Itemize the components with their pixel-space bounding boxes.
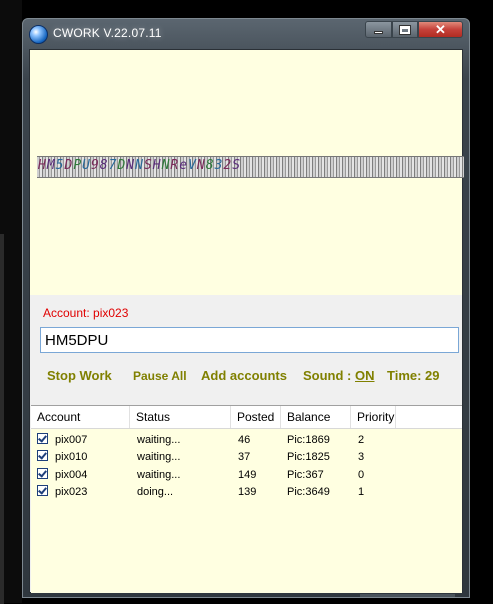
cell-balance: Pic:1825: [287, 451, 330, 464]
cell-posted: 46: [238, 434, 251, 446]
sound-toggle[interactable]: Sound : ON: [303, 368, 375, 383]
cell-balance: Pic:3649: [287, 485, 330, 498]
cell-priority: 0: [358, 468, 365, 481]
captcha-panel: HM5DPU987DNNSHNReVN832S: [30, 50, 464, 295]
captcha-glyph: D: [64, 158, 74, 173]
title-bar[interactable]: CWORK V.22.07.11 ✕: [23, 19, 469, 49]
current-account-label: Account: pix023: [43, 306, 129, 320]
sound-label: Sound :: [303, 368, 352, 383]
close-button[interactable]: ✕: [418, 21, 463, 38]
captcha-glyph: S: [143, 158, 153, 173]
column-header-balance[interactable]: Balance: [281, 406, 351, 428]
cell-posted: 37: [238, 451, 251, 464]
captcha-glyph: e: [179, 158, 189, 173]
cell-account: pix010: [55, 451, 88, 464]
sound-state[interactable]: ON: [355, 368, 375, 383]
cell-posted: 139: [238, 485, 257, 498]
captcha-glyph: N: [135, 158, 144, 173]
captcha-glyph: V: [188, 158, 197, 173]
cell-status: doing...: [137, 485, 174, 498]
captcha-glyph: 8: [99, 158, 109, 173]
cell-balance: Pic:1869: [287, 434, 330, 446]
client-area: HM5DPU987DNNSHNReVN832S Account: pix023 …: [29, 49, 464, 593]
table-row[interactable]: pix010 waiting... 37 Pic:1825 3: [31, 449, 462, 466]
captcha-glyph: H: [152, 158, 162, 173]
minimize-icon: [374, 31, 383, 34]
close-icon: ✕: [435, 21, 446, 37]
captcha-text: HM5DPU987DNNSHNReVN832S: [38, 158, 241, 173]
maximize-icon: [399, 24, 411, 35]
maximize-button[interactable]: [392, 21, 418, 38]
cell-priority: 1: [358, 485, 365, 498]
cell-account: pix007: [55, 434, 88, 446]
time-counter: Time: 29: [387, 368, 440, 383]
captcha-answer-input[interactable]: [40, 327, 459, 353]
list-header: Account Status Posted Balance Priority: [31, 406, 462, 429]
captcha-glyph: S: [232, 158, 242, 173]
cell-account: pix023: [55, 485, 88, 498]
row-checkbox[interactable]: [37, 450, 48, 462]
captcha-glyph: M: [46, 158, 56, 173]
desktop-background: [0, 0, 22, 604]
captcha-glyph: 2: [223, 158, 233, 173]
captcha-glyph: H: [38, 158, 47, 173]
cell-balance: Pic:367: [287, 468, 324, 481]
accounts-list[interactable]: Account Status Posted Balance Priority p…: [31, 405, 462, 593]
cell-priority: 2: [358, 434, 365, 446]
captcha-glyph: U: [82, 158, 91, 173]
stop-work-button[interactable]: Stop Work: [47, 368, 112, 383]
table-row[interactable]: pix004 waiting... 149 Pic:367 0: [31, 467, 462, 484]
column-header-priority[interactable]: Priority: [351, 406, 396, 428]
cell-posted: 149: [238, 468, 257, 481]
taskbar-edge: [360, 594, 455, 597]
captcha-image: HM5DPU987DNNSHNReVN832S: [37, 156, 464, 178]
captcha-glyph: N: [196, 158, 206, 173]
adjacent-window-edge: [0, 234, 4, 604]
captcha-glyph: 9: [90, 158, 100, 173]
cell-status: waiting...: [137, 451, 181, 464]
app-window: CWORK V.22.07.11 ✕ HM5DPU987DNNSHNReVN83…: [22, 18, 470, 598]
captcha-glyph: N: [126, 158, 136, 173]
cell-status: waiting...: [137, 468, 181, 481]
pause-all-button[interactable]: Pause All: [133, 369, 187, 383]
row-checkbox[interactable]: [37, 467, 48, 479]
column-header-account[interactable]: Account: [31, 406, 130, 428]
add-accounts-button[interactable]: Add accounts: [201, 368, 287, 383]
window-title: CWORK V.22.07.11: [53, 26, 162, 40]
globe-icon: [29, 25, 48, 44]
minimize-button[interactable]: [365, 21, 392, 38]
column-header-status[interactable]: Status: [130, 406, 231, 428]
captcha-glyph: D: [117, 158, 127, 173]
cell-priority: 3: [358, 451, 365, 464]
cell-account: pix004: [55, 468, 88, 481]
captcha-glyph: 8: [205, 158, 215, 173]
captcha-glyph: R: [170, 158, 180, 173]
table-row[interactable]: pix007 waiting... 46 Pic:1869 2: [31, 432, 462, 449]
cell-status: waiting...: [137, 434, 181, 446]
row-checkbox[interactable]: [37, 484, 48, 496]
table-row[interactable]: pix023 doing... 139 Pic:3649 1: [31, 484, 462, 501]
captcha-glyph: P: [73, 158, 83, 173]
row-checkbox[interactable]: [37, 433, 48, 444]
column-header-posted[interactable]: Posted: [231, 406, 281, 428]
